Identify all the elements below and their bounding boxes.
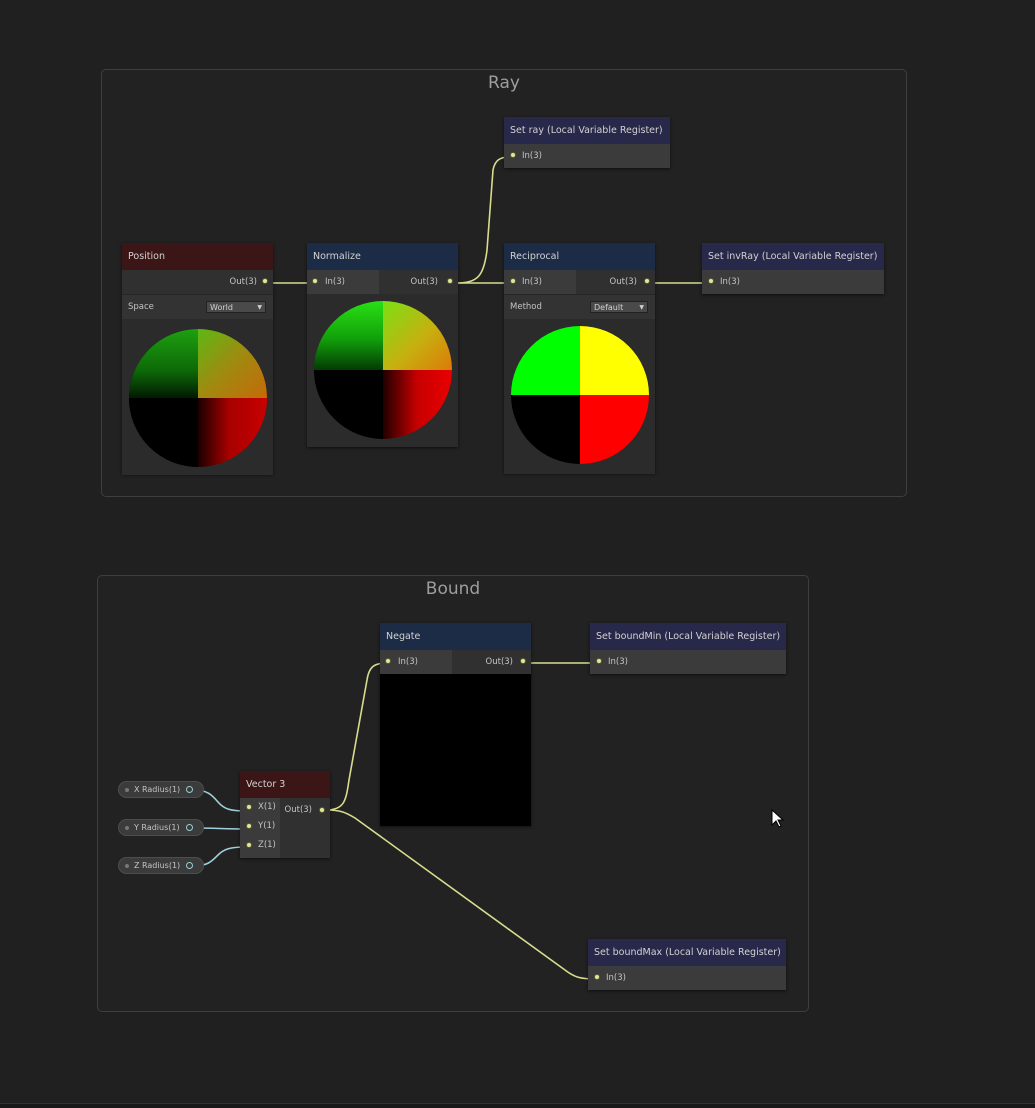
in-port-label: In(3) [608, 657, 628, 667]
node-title: Set boundMin (Local Variable Register) [590, 623, 786, 650]
property-label: Z Radius(1) [134, 861, 181, 870]
preview-sphere [129, 329, 267, 467]
normalize-node[interactable]: Normalize In(3) Out(3) [307, 243, 458, 447]
port-row: In(3) [590, 650, 786, 674]
out-port-label: Out(3) [284, 805, 312, 815]
set-invray-node[interactable]: Set invRay (Local Variable Register) In(… [702, 243, 884, 294]
node-title: Reciprocal [504, 243, 655, 270]
in-port-label: In(3) [522, 151, 542, 161]
input-column: X(1) Y(1) Z(1) [240, 798, 280, 858]
in-port-connector[interactable] [312, 278, 318, 284]
z-port-connector[interactable] [246, 842, 252, 848]
node-title: Position [122, 243, 273, 270]
preview-sphere [511, 326, 649, 464]
in-port-connector[interactable] [594, 974, 600, 980]
mouse-cursor-icon [771, 809, 785, 828]
position-node[interactable]: Position Out(3) Space World ▼ [122, 243, 273, 475]
output-column: Out(3) [280, 798, 330, 858]
out-port-connector[interactable] [644, 278, 650, 284]
node-title: Set invRay (Local Variable Register) [702, 243, 884, 270]
preview-area [380, 674, 531, 826]
node-title: Set boundMax (Local Variable Register) [588, 939, 786, 966]
out-port-connector[interactable] [186, 862, 193, 869]
out-port-label: Out(3) [229, 277, 257, 287]
space-value: World [210, 303, 233, 312]
space-property-row: Space World ▼ [122, 294, 273, 319]
out-port-connector[interactable] [447, 278, 453, 284]
space-dropdown[interactable]: World ▼ [206, 301, 266, 313]
in-port-connector[interactable] [596, 658, 602, 664]
out-port-connector[interactable] [186, 786, 193, 793]
in-port-connector[interactable] [385, 658, 391, 664]
group-title: Ray [488, 73, 520, 93]
x-radius-property-node[interactable]: X Radius(1) [118, 781, 204, 798]
property-icon [125, 826, 129, 830]
port-row: In(3) [504, 144, 670, 168]
preview-area [504, 319, 655, 474]
in-port-label: In(3) [606, 973, 626, 983]
y-port-label: Y(1) [258, 821, 276, 831]
port-row: In(3) Out(3) [307, 270, 458, 294]
vector3-node[interactable]: Vector 3 X(1) Y(1) Z(1) Out(3) [240, 771, 330, 858]
in-port-connector[interactable] [510, 278, 516, 284]
property-icon [125, 864, 129, 868]
chevron-down-icon: ▼ [257, 304, 262, 311]
preview-area [307, 294, 458, 447]
in-port-label: In(3) [325, 277, 345, 287]
set-ray-node[interactable]: Set ray (Local Variable Register) In(3) [504, 117, 670, 168]
chevron-down-icon: ▼ [639, 304, 644, 311]
property-label: Y Radius(1) [134, 823, 180, 832]
z-radius-property-node[interactable]: Z Radius(1) [118, 857, 204, 874]
x-port-connector[interactable] [246, 804, 252, 810]
negate-node[interactable]: Negate In(3) Out(3) [380, 623, 531, 826]
port-row: Y(1) [240, 817, 280, 836]
out-port-label: Out(3) [410, 277, 438, 287]
in-port-connector[interactable] [708, 278, 714, 284]
port-row: Out(3) [122, 270, 273, 294]
port-row: X(1) [240, 798, 280, 817]
group-title: Bound [425, 579, 481, 599]
method-value: Default [594, 303, 624, 312]
node-title: Set ray (Local Variable Register) [504, 117, 670, 144]
preview-sphere [314, 301, 452, 439]
out-port-connector[interactable] [319, 807, 325, 813]
set-boundmin-node[interactable]: Set boundMin (Local Variable Register) I… [590, 623, 786, 674]
reciprocal-node[interactable]: Reciprocal In(3) Out(3) Method Default ▼ [504, 243, 655, 474]
in-port-connector[interactable] [510, 152, 516, 158]
out-port-connector[interactable] [520, 658, 526, 664]
y-port-connector[interactable] [246, 823, 252, 829]
bottom-status-strip [0, 1103, 1035, 1108]
port-row: In(3) Out(3) [504, 270, 655, 294]
out-port-label: Out(3) [609, 277, 637, 287]
port-row: In(3) [588, 966, 786, 990]
space-label: Space [128, 302, 154, 312]
preview-area [122, 319, 273, 475]
out-port-connector[interactable] [186, 824, 193, 831]
node-title: Normalize [307, 243, 458, 270]
out-port-connector[interactable] [262, 278, 268, 284]
y-radius-property-node[interactable]: Y Radius(1) [118, 819, 204, 836]
property-label: X Radius(1) [134, 785, 181, 794]
x-port-label: X(1) [258, 802, 276, 812]
port-row: Z(1) [240, 836, 280, 855]
port-row: In(3) [702, 270, 884, 294]
property-icon [125, 788, 129, 792]
out-port-label: Out(3) [485, 657, 513, 667]
method-dropdown[interactable]: Default ▼ [590, 301, 648, 313]
in-port-label: In(3) [398, 657, 418, 667]
node-title: Vector 3 [240, 771, 330, 798]
port-row: In(3) Out(3) [380, 650, 531, 674]
method-label: Method [510, 302, 542, 312]
in-port-label: In(3) [522, 277, 542, 287]
z-port-label: Z(1) [258, 840, 276, 850]
set-boundmax-node[interactable]: Set boundMax (Local Variable Register) I… [588, 939, 786, 990]
node-title: Negate [380, 623, 531, 650]
in-port-label: In(3) [720, 277, 740, 287]
method-property-row: Method Default ▼ [504, 294, 655, 319]
